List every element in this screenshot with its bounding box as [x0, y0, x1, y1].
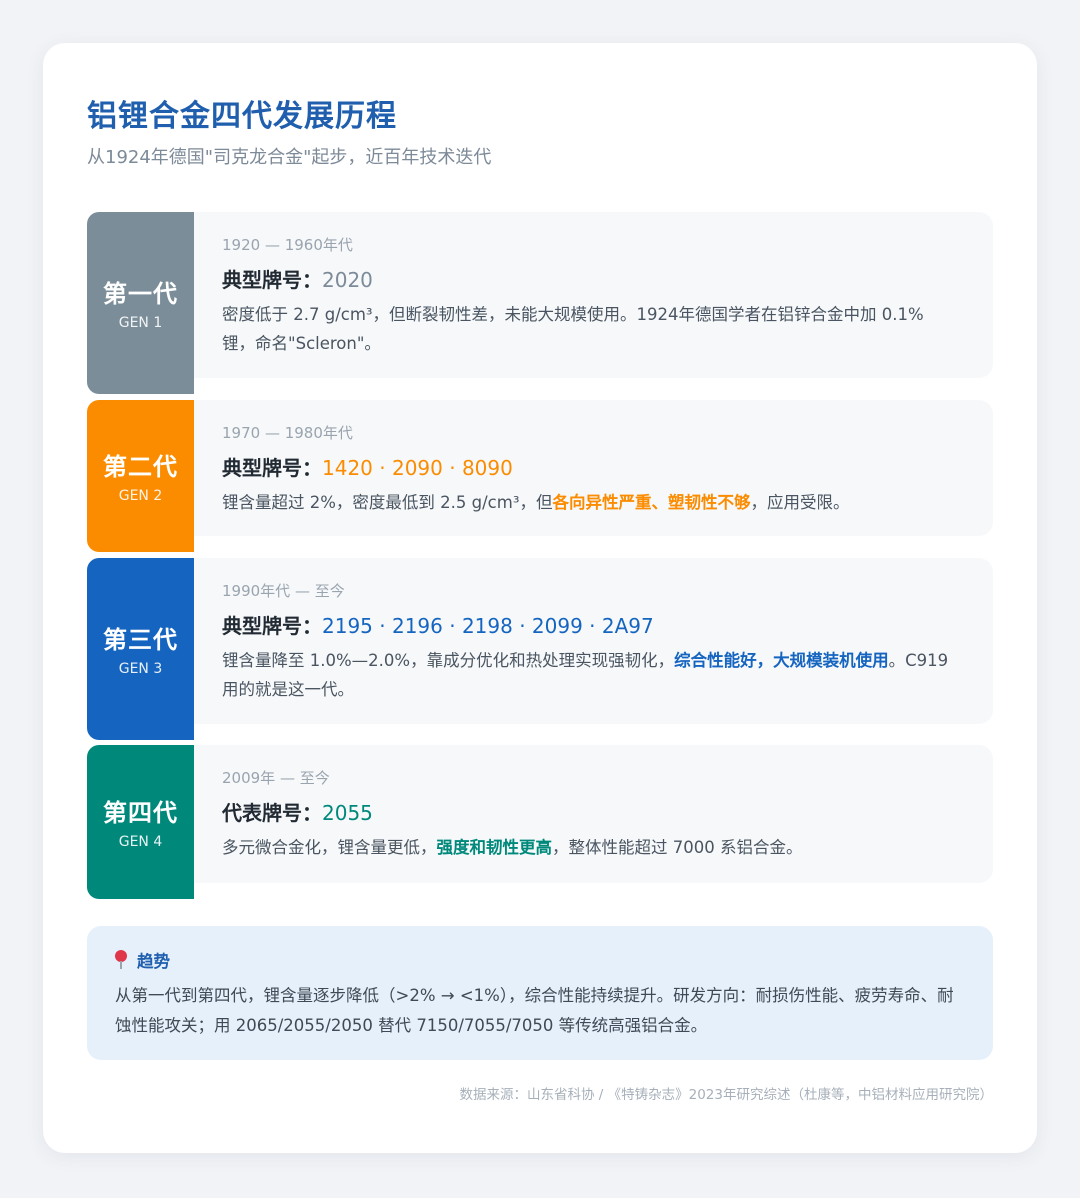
generation-name: 第二代 — [103, 453, 178, 481]
generation-description: 锂含量降至 1.0%—2.0%，靠成分优化和热处理实现强韧化，综合性能好，大规模… — [222, 646, 957, 704]
description-highlight: 综合性能好，大规模装机使用 — [674, 651, 889, 670]
description-text-end: ，整体性能超过 7000 系铝合金。 — [552, 838, 803, 857]
trend-text: 从第一代到第四代，锂含量逐步降低（>2% → <1%），综合性能持续提升。研发方… — [115, 986, 954, 1035]
models-label: 代表牌号： — [222, 801, 322, 825]
models-label: 典型牌号： — [222, 614, 322, 638]
generation-badge: 第四代 GEN 4 — [87, 745, 194, 899]
models-value: 2020 — [322, 268, 373, 292]
description-text: 锂含量降至 1.0%—2.0%，靠成分优化和热处理实现强韧化， — [222, 651, 675, 670]
generation-card-1: 第一代 GEN 1 1920 — 1960年代 典型牌号：2020 密度低于 2… — [87, 212, 993, 394]
models-value: 1420 · 2090 · 8090 — [322, 456, 513, 480]
generation-code: GEN 3 — [118, 661, 163, 677]
generation-code: GEN 2 — [118, 488, 163, 504]
generation-code: GEN 1 — [118, 315, 163, 331]
description-text: 锂含量超过 2%，密度最低到 2.5 g/cm³，但 — [222, 493, 553, 512]
generation-models: 代表牌号：2055 — [222, 797, 373, 826]
models-value: 2055 — [322, 801, 373, 825]
description-highlight: 强度和韧性更高 — [436, 838, 553, 857]
generation-card-2: 第二代 GEN 2 1970 — 1980年代 典型牌号：1420 · 2090… — [87, 400, 993, 552]
page-subtitle: 从1924年德国"司克龙合金"起步，近百年技术迭代 — [87, 147, 492, 168]
description-text: 密度低于 2.7 g/cm³，但断裂韧性差，未能大规模使用。1924年德国学者在… — [222, 305, 924, 353]
generation-name: 第三代 — [103, 626, 178, 654]
generation-description: 多元微合金化，锂含量更低，强度和韧性更高，整体性能超过 7000 系铝合金。 — [222, 833, 957, 862]
pin-icon — [115, 950, 127, 970]
generation-card-4: 第四代 GEN 4 2009年 — 至今 代表牌号：2055 多元微合金化，锂含… — [87, 745, 993, 899]
generation-period: 1920 — 1960年代 — [222, 236, 353, 254]
generation-models: 典型牌号：1420 · 2090 · 8090 — [222, 452, 513, 481]
generation-name: 第一代 — [103, 280, 178, 308]
data-source-note: 数据来源：山东省科协 / 《特铸杂志》2023年研究综述（杜康等，中铝材料应用研… — [459, 1087, 994, 1103]
generation-description: 锂含量超过 2%，密度最低到 2.5 g/cm³，但各向异性严重、塑韧性不够，应… — [222, 488, 957, 517]
description-text: 多元微合金化，锂含量更低， — [222, 838, 437, 857]
timeline-card: 铝锂合金四代发展历程 从1924年德国"司克龙合金"起步，近百年技术迭代 第一代… — [43, 43, 1037, 1153]
generation-badge: 第一代 GEN 1 — [87, 212, 194, 394]
generation-period: 1970 — 1980年代 — [222, 424, 353, 442]
generation-period: 2009年 — 至今 — [222, 769, 330, 787]
page-title: 铝锂合金四代发展历程 — [87, 99, 397, 134]
generation-badge: 第三代 GEN 3 — [87, 558, 194, 740]
generation-name: 第四代 — [103, 799, 178, 827]
models-value: 2195 · 2196 · 2198 · 2099 · 2A97 — [322, 614, 654, 638]
models-label: 典型牌号： — [222, 456, 322, 480]
generation-badge: 第二代 GEN 2 — [87, 400, 194, 552]
trend-heading: 趋势 — [115, 948, 170, 972]
trend-label: 趋势 — [137, 952, 170, 971]
generation-code: GEN 4 — [118, 834, 163, 850]
description-highlight: 各向异性严重、塑韧性不够 — [552, 493, 751, 512]
generation-period: 1990年代 — 至今 — [222, 582, 345, 600]
generation-models: 典型牌号：2020 — [222, 264, 373, 293]
description-text-end: ，应用受限。 — [750, 493, 850, 512]
generation-models: 典型牌号：2195 · 2196 · 2198 · 2099 · 2A97 — [222, 610, 654, 639]
trend-box: 趋势 从第一代到第四代，锂含量逐步降低（>2% → <1%），综合性能持续提升。… — [87, 926, 993, 1060]
models-label: 典型牌号： — [222, 268, 322, 292]
generation-card-3: 第三代 GEN 3 1990年代 — 至今 典型牌号：2195 · 2196 ·… — [87, 558, 993, 740]
generation-description: 密度低于 2.7 g/cm³，但断裂韧性差，未能大规模使用。1924年德国学者在… — [222, 300, 957, 358]
